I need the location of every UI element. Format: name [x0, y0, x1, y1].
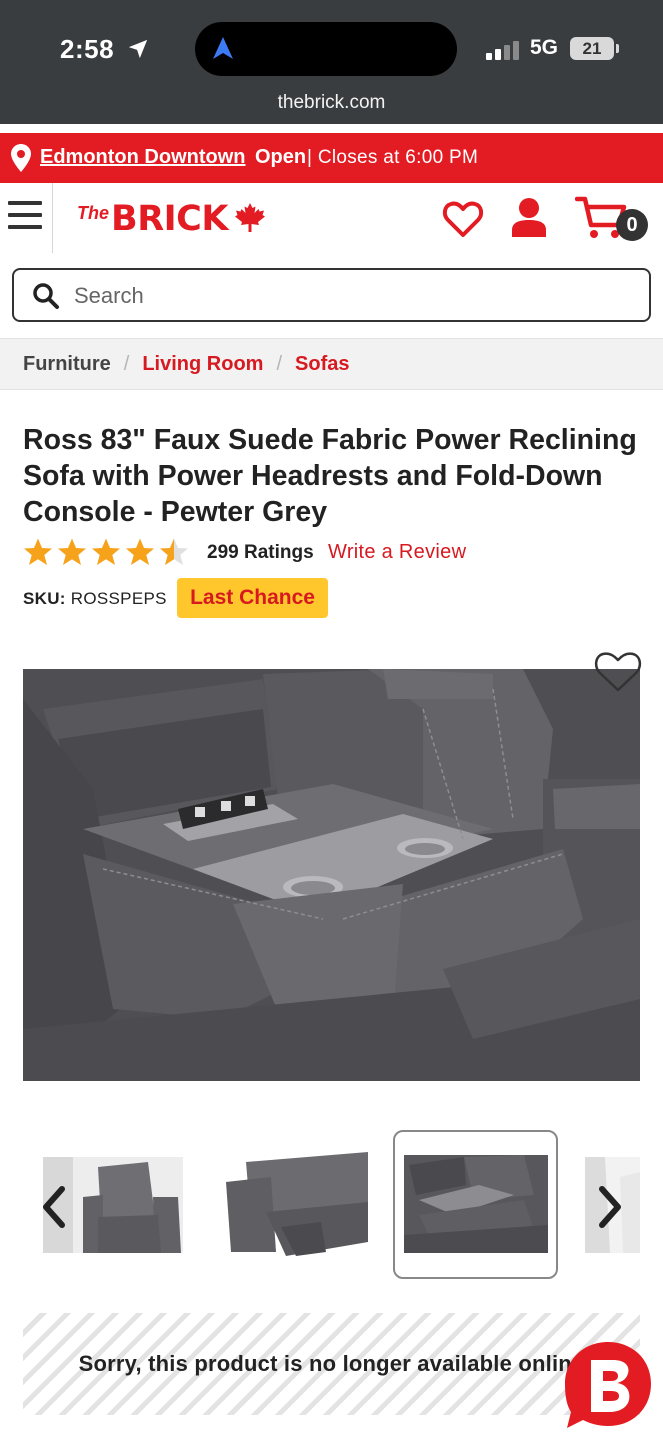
chat-icon[interactable]	[561, 1338, 655, 1432]
signal-bars-icon	[486, 41, 519, 60]
maple-leaf-icon	[234, 203, 265, 232]
network-type: 5G	[530, 36, 559, 59]
search-box	[12, 268, 651, 322]
site-header: The BRICK 0	[0, 183, 663, 255]
dynamic-island	[195, 22, 457, 76]
write-review-link[interactable]: Write a Review	[328, 541, 466, 564]
status-time: 2:58	[60, 34, 115, 64]
star-icon	[24, 538, 52, 565]
breadcrumb-living-room[interactable]: Living Room	[142, 353, 263, 376]
store-bar: Edmonton Downtown Open | Closes at 6:00 …	[0, 133, 663, 183]
ios-status-bar: 2:58 5G 21 thebrick.com	[0, 0, 663, 124]
store-open-status: Open	[255, 146, 307, 168]
product-main-image[interactable]	[23, 669, 640, 1081]
heart-icon[interactable]	[442, 199, 484, 239]
hamburger-menu-icon[interactable]	[8, 201, 42, 231]
cart-count-badge[interactable]: 0	[616, 209, 648, 241]
breadcrumb-sofas[interactable]: Sofas	[295, 353, 349, 376]
chevron-right-icon[interactable]	[594, 1184, 628, 1230]
last-chance-badge: Last Chance	[177, 578, 328, 618]
ratings-count[interactable]: 299 Ratings	[207, 542, 314, 564]
user-icon[interactable]	[511, 197, 547, 237]
chevron-left-icon[interactable]	[36, 1184, 70, 1230]
star-half-icon	[160, 538, 188, 565]
search-input[interactable]	[74, 278, 634, 314]
sku-value: ROSSPEPS	[70, 589, 167, 608]
logo-name: BRICK	[111, 199, 228, 239]
product-thumbnail-3[interactable]	[404, 1155, 548, 1253]
search-icon[interactable]	[32, 282, 60, 310]
address-bar-url[interactable]: thebrick.com	[0, 92, 663, 114]
navigation-arrow-icon	[213, 37, 233, 59]
breadcrumb-separator: /	[276, 352, 283, 375]
breadcrumb-furniture[interactable]: Furniture	[23, 353, 111, 376]
brand-logo[interactable]: The BRICK	[77, 199, 266, 239]
sku-label: SKU:	[23, 589, 66, 608]
product-title: Ross 83" Faux Suede Fabric Power Reclini…	[23, 424, 637, 528]
header-divider	[52, 183, 53, 253]
store-link[interactable]: Edmonton Downtown	[40, 146, 246, 169]
star-rating[interactable]	[23, 534, 193, 570]
unavailable-message: Sorry, this product is no longer availab…	[78, 1351, 585, 1376]
star-icon	[92, 538, 120, 565]
star-icon	[58, 538, 86, 565]
star-icon	[126, 538, 154, 565]
product-sku: SKU: ROSSPEPS	[23, 589, 167, 609]
battery-icon: 21	[570, 37, 614, 60]
store-hours: | Closes at 6:00 PM	[307, 147, 479, 168]
logo-prefix: The	[77, 203, 110, 223]
unavailable-banner: Sorry, this product is no longer availab…	[23, 1313, 640, 1415]
breadcrumb-separator: /	[123, 352, 130, 375]
location-arrow-icon	[128, 39, 148, 59]
location-pin-icon	[11, 144, 31, 172]
wishlist-heart-icon[interactable]	[592, 648, 644, 694]
breadcrumb: Furniture / Living Room / Sofas	[0, 338, 663, 390]
battery-tip	[616, 44, 619, 53]
product-thumbnail-2[interactable]	[226, 1152, 368, 1256]
